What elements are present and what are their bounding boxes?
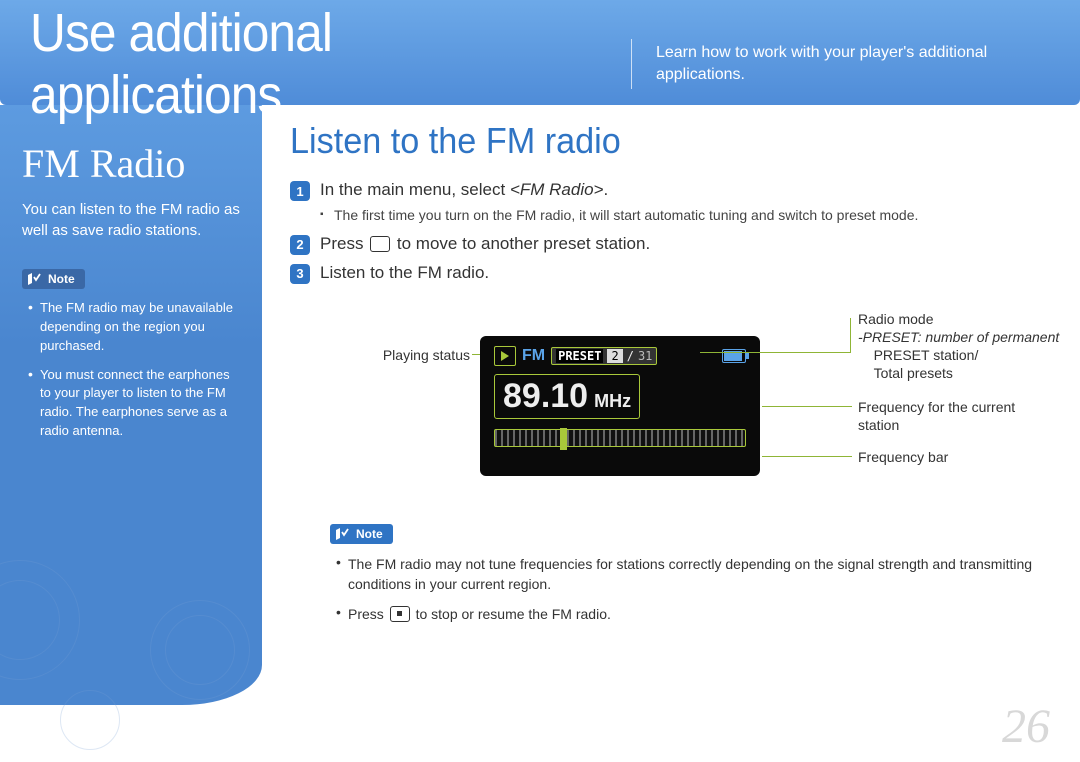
stop-button-icon: [390, 606, 410, 622]
step-number: 1: [290, 181, 310, 201]
callout-freq-bar: Frequency bar: [858, 448, 1018, 466]
step-body: Press to move to another preset station.: [320, 234, 1050, 254]
preset-label: PRESET: [556, 349, 603, 363]
note-icon: [26, 271, 44, 287]
step-1: 1 In the main menu, select <FM Radio>. T…: [290, 180, 1050, 226]
frequency-value: 89.10: [503, 377, 588, 416]
callout-line: [850, 318, 851, 353]
note-label: Note: [356, 527, 383, 541]
sidebar-note-item: The FM radio may be unavailable dependin…: [28, 299, 240, 356]
page-subtitle: Learn how to work with your player's add…: [656, 42, 1050, 85]
note-label: Note: [48, 272, 75, 286]
sidebar-notes-list: The FM radio may be unavailable dependin…: [22, 299, 240, 441]
sidebar-note-item: You must connect the earphones to your p…: [28, 366, 240, 441]
main-heading: Listen to the FM radio: [290, 120, 1012, 162]
preset-sep: /: [627, 349, 634, 363]
callout-line: [762, 406, 852, 407]
decoration-circle: [60, 690, 120, 750]
preset-total: 31: [638, 349, 652, 363]
main-note-item: Press to stop or resume the FM radio.: [336, 604, 1050, 624]
callout-text: -PRESET: number of permanent: [858, 329, 1059, 345]
callout-text: Total presets: [874, 365, 953, 381]
note-text: to stop or resume the FM radio.: [412, 606, 611, 622]
step-sub-list: The first time you turn on the FM radio,…: [320, 206, 1050, 226]
preset-indicator: PRESET 2 / 31: [551, 347, 657, 365]
callout-radio-mode: Radio mode -PRESET: number of permanent …: [858, 310, 1078, 383]
note-icon: [334, 526, 352, 542]
device-diagram: Playing status FM PRESET 2 / 31 89.10 MH…: [330, 304, 1010, 504]
step-text: In the main menu, select: [320, 180, 510, 199]
sidebar-intro: You can listen to the FM radio as well a…: [22, 199, 240, 241]
step-body: Listen to the FM radio.: [320, 263, 1050, 283]
sidebar-title: FM Radio: [22, 140, 240, 187]
nav-button-icon: [370, 236, 390, 252]
step-2: 2 Press to move to another preset statio…: [290, 234, 1050, 255]
main-note-item: The FM radio may not tune frequencies fo…: [336, 554, 1050, 595]
callout-text: Radio mode: [858, 311, 934, 327]
main-content: Listen to the FM radio 1 In the main men…: [290, 120, 1050, 634]
callout-line: [762, 456, 852, 457]
decoration-circle: [165, 615, 235, 685]
header-divider: [631, 39, 632, 89]
callout-frequency: Frequency for the current station: [858, 398, 1018, 434]
note-text: Press: [348, 606, 388, 622]
fm-label: FM: [522, 347, 545, 365]
step-text: .: [603, 180, 608, 199]
frequency-display: 89.10 MHz: [494, 374, 640, 419]
preset-current: 2: [607, 349, 622, 363]
main-note-badge: Note: [330, 524, 393, 544]
main-note-section: Note The FM radio may not tune frequenci…: [290, 524, 1050, 625]
step-text: Listen to the FM radio.: [320, 263, 489, 282]
step-text: Press: [320, 234, 368, 253]
sidebar-note-badge: Note: [22, 269, 85, 289]
step-number: 2: [290, 235, 310, 255]
device-screen: FM PRESET 2 / 31 89.10 MHz: [480, 336, 760, 476]
step-sub-item: The first time you turn on the FM radio,…: [320, 206, 1050, 226]
callout-playing-status: Playing status: [330, 346, 470, 364]
step-3: 3 Listen to the FM radio.: [290, 263, 1050, 284]
page-header: Use additional applications Learn how to…: [0, 0, 1080, 105]
frequency-unit: MHz: [594, 391, 631, 412]
page-title: Use additional applications: [30, 2, 555, 126]
main-notes-list: The FM radio may not tune frequencies fo…: [330, 554, 1050, 625]
step-text: to move to another preset station.: [392, 234, 650, 253]
page-number: 26: [1002, 699, 1050, 754]
callout-line: [700, 352, 850, 353]
step-em: <FM Radio>: [510, 180, 604, 199]
step-body: In the main menu, select <FM Radio>. The…: [320, 180, 1050, 226]
frequency-bar: [494, 429, 746, 447]
callout-text: PRESET station/: [874, 347, 979, 363]
device-status-bar: FM PRESET 2 / 31: [494, 346, 746, 366]
play-icon: [494, 346, 516, 366]
step-number: 3: [290, 264, 310, 284]
